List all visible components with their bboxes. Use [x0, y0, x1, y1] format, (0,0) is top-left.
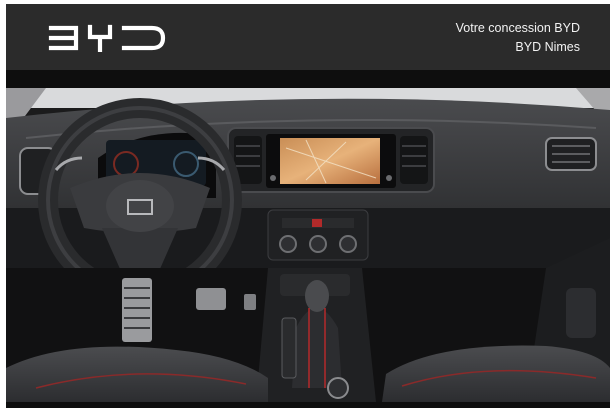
dealer-name: BYD Nimes	[515, 40, 580, 54]
dealer-network-label: Votre concession BYD	[455, 21, 580, 35]
dealer-info: Votre concession BYD BYD Nimes	[456, 19, 580, 57]
listing-image-frame: Votre concession BYD BYD Nimes	[6, 4, 610, 408]
byd-logo	[48, 24, 166, 52]
dealer-header: Votre concession BYD BYD Nimes	[6, 4, 610, 70]
car-interior-photo	[6, 88, 610, 402]
